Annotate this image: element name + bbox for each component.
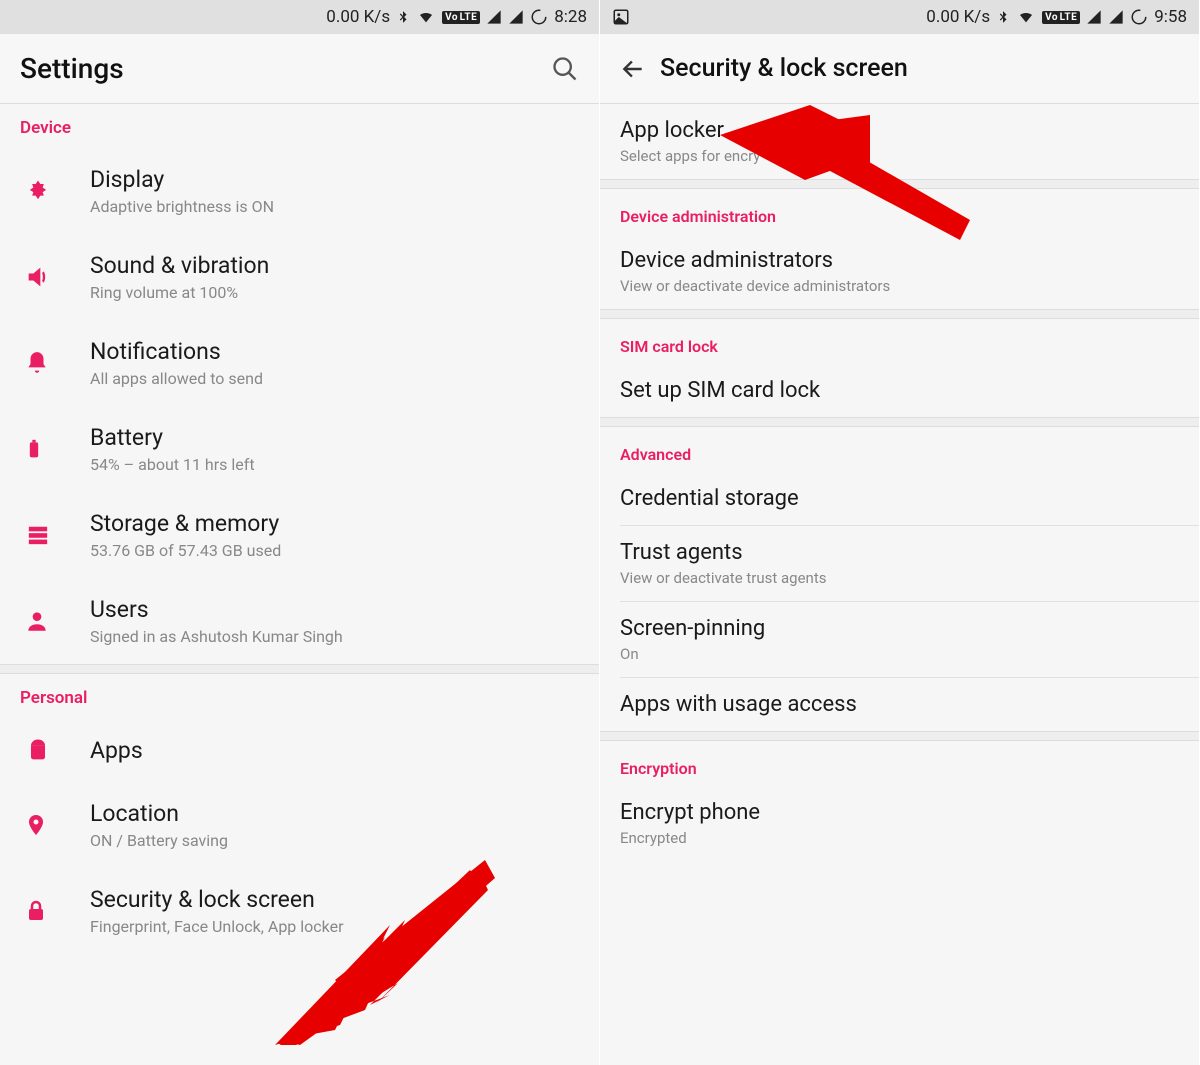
row-subtitle: 53.76 GB of 57.43 GB used (90, 541, 579, 560)
row-trust-agents[interactable]: Trust agents View or deactivate trust ag… (600, 526, 1199, 601)
row-apps[interactable]: Apps (0, 718, 599, 782)
row-title: Storage & memory (90, 510, 579, 537)
left-screenshot: 0.00 K/s Vo LTE 8:28 Settings (0, 0, 600, 1065)
speaker-icon (24, 263, 52, 291)
volte-icon: Vo LTE (1042, 11, 1080, 24)
row-title: Display (90, 166, 579, 193)
row-subtitle: View or deactivate trust agents (620, 569, 1179, 587)
row-device-administrators[interactable]: Device administrators View or deactivate… (600, 234, 1199, 309)
battery-icon (24, 435, 44, 463)
row-title: Apps (90, 737, 579, 764)
row-subtitle: All apps allowed to send (90, 369, 579, 388)
network-speed: 0.00 K/s (926, 7, 990, 27)
wifi-icon (416, 9, 436, 25)
user-icon (24, 608, 50, 634)
status-bar: 0.00 K/s Vo LTE 8:28 (0, 0, 599, 34)
row-title: Apps with usage access (620, 692, 1179, 717)
row-title: Sound & vibration (90, 252, 579, 279)
row-screen-pinning[interactable]: Screen-pinning On (600, 602, 1199, 677)
bluetooth-icon (396, 8, 410, 26)
bell-icon (24, 350, 50, 376)
row-title: Battery (90, 424, 579, 451)
row-credential-storage[interactable]: Credential storage (600, 472, 1199, 525)
section-divider (600, 731, 1199, 741)
section-header-encryption: Encryption (600, 741, 1199, 786)
lock-icon (24, 897, 48, 925)
page-title: Settings (20, 52, 124, 85)
section-divider (600, 309, 1199, 319)
row-subtitle: Ring volume at 100% (90, 283, 579, 302)
display-icon (24, 177, 52, 205)
row-security[interactable]: Security & lock screen Fingerprint, Face… (0, 868, 599, 954)
loading-icon (530, 8, 548, 26)
section-header-device-admin: Device administration (600, 189, 1199, 234)
row-title: Screen-pinning (620, 616, 1179, 641)
signal-icon (486, 9, 502, 25)
section-divider (600, 417, 1199, 427)
row-subtitle: Encrypted (620, 829, 1179, 847)
loading-icon (1130, 8, 1148, 26)
row-usage-access[interactable]: Apps with usage access (600, 678, 1199, 731)
row-title: Credential storage (620, 486, 1179, 511)
row-title: Location (90, 800, 579, 827)
network-speed: 0.00 K/s (326, 7, 390, 27)
row-title: Security & lock screen (90, 886, 579, 913)
section-header-advanced: Advanced (600, 427, 1199, 472)
search-button[interactable] (551, 55, 579, 83)
row-notifications[interactable]: Notifications All apps allowed to send (0, 320, 599, 406)
row-sim-lock[interactable]: Set up SIM card lock (600, 364, 1199, 417)
location-icon (24, 810, 48, 840)
row-subtitle: Select apps for encry (620, 147, 1179, 165)
row-title: App locker (620, 118, 1179, 143)
row-title: Set up SIM card lock (620, 378, 1179, 403)
row-app-locker[interactable]: App locker Select apps for encry (600, 104, 1199, 179)
row-users[interactable]: Users Signed in as Ashutosh Kumar Singh (0, 578, 599, 664)
bluetooth-icon (996, 8, 1010, 26)
signal-icon (1086, 9, 1102, 25)
row-title: Trust agents (620, 540, 1179, 565)
row-subtitle: ON / Battery saving (90, 831, 579, 850)
section-divider (600, 179, 1199, 189)
row-title: Users (90, 596, 579, 623)
section-divider (0, 664, 599, 674)
row-location[interactable]: Location ON / Battery saving (0, 782, 599, 868)
row-subtitle: View or deactivate device administrators (620, 277, 1179, 295)
row-encrypt-phone[interactable]: Encrypt phone Encrypted (600, 786, 1199, 861)
wifi-icon (1016, 9, 1036, 25)
app-bar: Security & lock screen (600, 34, 1199, 104)
row-subtitle: Fingerprint, Face Unlock, App locker (90, 917, 579, 936)
signal-icon-2 (508, 9, 524, 25)
row-title: Encrypt phone (620, 800, 1179, 825)
storage-icon (24, 524, 52, 546)
row-title: Notifications (90, 338, 579, 365)
row-subtitle: Adaptive brightness is ON (90, 197, 579, 216)
right-screenshot: 0.00 K/s Vo LTE 9:58 Security & lock (600, 0, 1200, 1065)
section-header-sim: SIM card lock (600, 319, 1199, 364)
clock: 9:58 (1154, 7, 1187, 27)
volte-icon: Vo LTE (442, 11, 480, 24)
row-display[interactable]: Display Adaptive brightness is ON (0, 148, 599, 234)
section-header-device: Device (0, 104, 599, 148)
row-title: Device administrators (620, 248, 1179, 273)
row-subtitle: On (620, 645, 1179, 663)
section-header-personal: Personal (0, 674, 599, 718)
row-storage[interactable]: Storage & memory 53.76 GB of 57.43 GB us… (0, 492, 599, 578)
row-sound[interactable]: Sound & vibration Ring volume at 100% (0, 234, 599, 320)
signal-icon-2 (1108, 9, 1124, 25)
android-icon (24, 736, 52, 764)
row-subtitle: Signed in as Ashutosh Kumar Singh (90, 627, 579, 646)
image-notification-icon (612, 8, 630, 26)
clock: 8:28 (554, 7, 587, 27)
app-bar: Settings (0, 34, 599, 104)
back-button[interactable] (620, 56, 660, 82)
page-title: Security & lock screen (660, 54, 908, 83)
row-battery[interactable]: Battery 54% – about 11 hrs left (0, 406, 599, 492)
status-bar: 0.00 K/s Vo LTE 9:58 (600, 0, 1199, 34)
row-subtitle: 54% – about 11 hrs left (90, 455, 579, 474)
